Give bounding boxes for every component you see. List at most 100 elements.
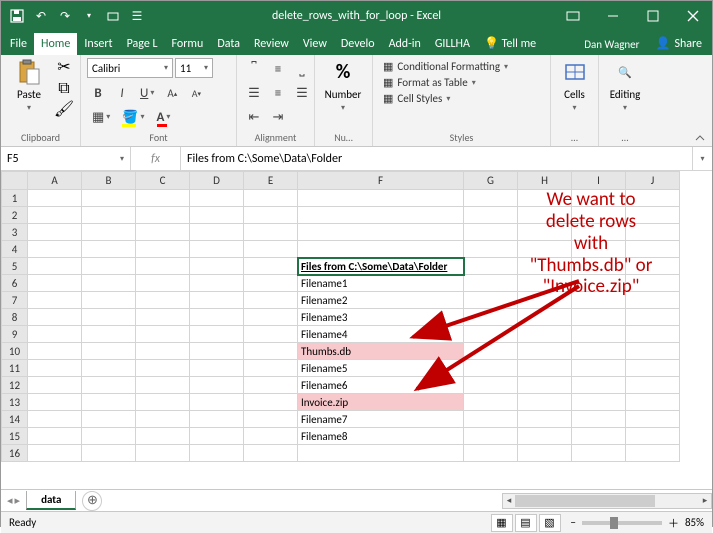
borders-button[interactable]: ▦▾ bbox=[87, 106, 115, 128]
row-header-5[interactable]: 5 bbox=[2, 258, 28, 275]
cell-I3[interactable] bbox=[572, 224, 626, 241]
decrease-font-icon[interactable]: A▾ bbox=[185, 82, 207, 104]
cell-G13[interactable] bbox=[464, 394, 518, 411]
increase-indent-icon[interactable]: ⇥ bbox=[267, 106, 289, 128]
cell-J12[interactable] bbox=[626, 377, 680, 394]
cell-B16[interactable] bbox=[82, 445, 136, 462]
cut-icon[interactable]: ✂ bbox=[55, 58, 73, 76]
align-middle-icon[interactable]: ≡ bbox=[267, 58, 289, 80]
cell-J1[interactable] bbox=[626, 190, 680, 207]
tab-insert[interactable]: Insert bbox=[77, 33, 119, 55]
cell-D9[interactable] bbox=[190, 326, 244, 343]
cell-J9[interactable] bbox=[626, 326, 680, 343]
cell-A13[interactable] bbox=[28, 394, 82, 411]
scroll-thumb[interactable] bbox=[515, 495, 655, 507]
cell-J2[interactable] bbox=[626, 207, 680, 224]
sheet-nav-next-icon[interactable]: ▸ bbox=[15, 494, 21, 507]
page-break-view-icon[interactable]: ▧ bbox=[539, 514, 561, 532]
cell-F2[interactable] bbox=[298, 207, 464, 224]
align-center-icon[interactable]: ≡ bbox=[267, 82, 289, 104]
cell-J8[interactable] bbox=[626, 309, 680, 326]
col-header-C[interactable]: C bbox=[136, 172, 190, 190]
cell-F7[interactable]: Filename2 bbox=[298, 292, 464, 309]
cell-G2[interactable] bbox=[464, 207, 518, 224]
tab-view[interactable]: View bbox=[296, 33, 334, 55]
cell-C12[interactable] bbox=[136, 377, 190, 394]
zoom-out-button[interactable]: − bbox=[571, 516, 576, 529]
cell-A6[interactable] bbox=[28, 275, 82, 292]
collapse-ribbon-icon[interactable] bbox=[694, 130, 708, 144]
row-header-10[interactable]: 10 bbox=[2, 343, 28, 360]
cell-D7[interactable] bbox=[190, 292, 244, 309]
cell-G8[interactable] bbox=[464, 309, 518, 326]
cell-J13[interactable] bbox=[626, 394, 680, 411]
redo-icon[interactable]: ↷ bbox=[57, 8, 73, 24]
cell-D16[interactable] bbox=[190, 445, 244, 462]
cell-H13[interactable] bbox=[518, 394, 572, 411]
cell-I5[interactable] bbox=[572, 258, 626, 275]
cell-E10[interactable] bbox=[244, 343, 298, 360]
number-format-button[interactable]: % Number ▾ bbox=[321, 58, 365, 113]
col-header-J[interactable]: J bbox=[626, 172, 680, 190]
cell-C14[interactable] bbox=[136, 411, 190, 428]
cell-D15[interactable] bbox=[190, 428, 244, 445]
cell-G12[interactable] bbox=[464, 377, 518, 394]
copy-icon[interactable]: ⧉ bbox=[55, 79, 73, 97]
cell-E9[interactable] bbox=[244, 326, 298, 343]
align-left-icon[interactable]: ☰ bbox=[243, 82, 265, 104]
cell-F5[interactable]: Files from C:\Some\Data\Folder bbox=[298, 258, 464, 275]
scroll-right-icon[interactable]: ▸ bbox=[699, 494, 711, 508]
cell-G10[interactable] bbox=[464, 343, 518, 360]
normal-view-icon[interactable]: ▦ bbox=[491, 514, 513, 532]
cell-B6[interactable] bbox=[82, 275, 136, 292]
tab-data[interactable]: Data bbox=[210, 33, 247, 55]
cell-E7[interactable] bbox=[244, 292, 298, 309]
cell-C3[interactable] bbox=[136, 224, 190, 241]
cell-D10[interactable] bbox=[190, 343, 244, 360]
tab-review[interactable]: Review bbox=[247, 33, 296, 55]
row-header-16[interactable]: 16 bbox=[2, 445, 28, 462]
row-header-14[interactable]: 14 bbox=[2, 411, 28, 428]
cell-D8[interactable] bbox=[190, 309, 244, 326]
cell-I4[interactable] bbox=[572, 241, 626, 258]
cell-H5[interactable] bbox=[518, 258, 572, 275]
share-button[interactable]: 👤Share bbox=[647, 32, 710, 55]
name-box[interactable]: F5▾ bbox=[1, 147, 131, 170]
cell-G7[interactable] bbox=[464, 292, 518, 309]
cell-C1[interactable] bbox=[136, 190, 190, 207]
row-header-3[interactable]: 3 bbox=[2, 224, 28, 241]
minimize-icon[interactable] bbox=[594, 1, 632, 31]
cell-H12[interactable] bbox=[518, 377, 572, 394]
row-header-11[interactable]: 11 bbox=[2, 360, 28, 377]
cell-I16[interactable] bbox=[572, 445, 626, 462]
zoom-level[interactable]: 85% bbox=[685, 516, 704, 529]
cell-D6[interactable] bbox=[190, 275, 244, 292]
new-sheet-button[interactable]: ⊕ bbox=[82, 491, 102, 511]
align-right-icon[interactable]: ☰ bbox=[291, 82, 313, 104]
bold-button[interactable]: B bbox=[87, 82, 109, 104]
user-name[interactable]: Dan Wagner bbox=[576, 34, 647, 55]
editing-button[interactable]: 🔍 Editing ▾ bbox=[605, 58, 645, 113]
worksheet-grid[interactable]: ABCDEFGHIJ12345Files from C:\Some\Data\F… bbox=[1, 171, 712, 489]
cell-G9[interactable] bbox=[464, 326, 518, 343]
tab-file[interactable]: File bbox=[3, 33, 34, 55]
qat-item-icon[interactable]: ☰ bbox=[129, 8, 145, 24]
cell-I6[interactable] bbox=[572, 275, 626, 292]
decrease-indent-icon[interactable]: ⇤ bbox=[243, 106, 265, 128]
cell-C7[interactable] bbox=[136, 292, 190, 309]
cell-J14[interactable] bbox=[626, 411, 680, 428]
cell-A14[interactable] bbox=[28, 411, 82, 428]
cell-I1[interactable] bbox=[572, 190, 626, 207]
cell-A4[interactable] bbox=[28, 241, 82, 258]
formula-input[interactable]: Files from C:\Some\Data\Folder bbox=[181, 147, 692, 170]
cell-B7[interactable] bbox=[82, 292, 136, 309]
cell-A11[interactable] bbox=[28, 360, 82, 377]
cell-G4[interactable] bbox=[464, 241, 518, 258]
qat-customize-icon[interactable]: ▾ bbox=[81, 8, 97, 24]
cell-J5[interactable] bbox=[626, 258, 680, 275]
cell-F8[interactable]: Filename3 bbox=[298, 309, 464, 326]
cell-G11[interactable] bbox=[464, 360, 518, 377]
cell-D11[interactable] bbox=[190, 360, 244, 377]
increase-font-icon[interactable]: A▴ bbox=[161, 82, 183, 104]
cell-A9[interactable] bbox=[28, 326, 82, 343]
